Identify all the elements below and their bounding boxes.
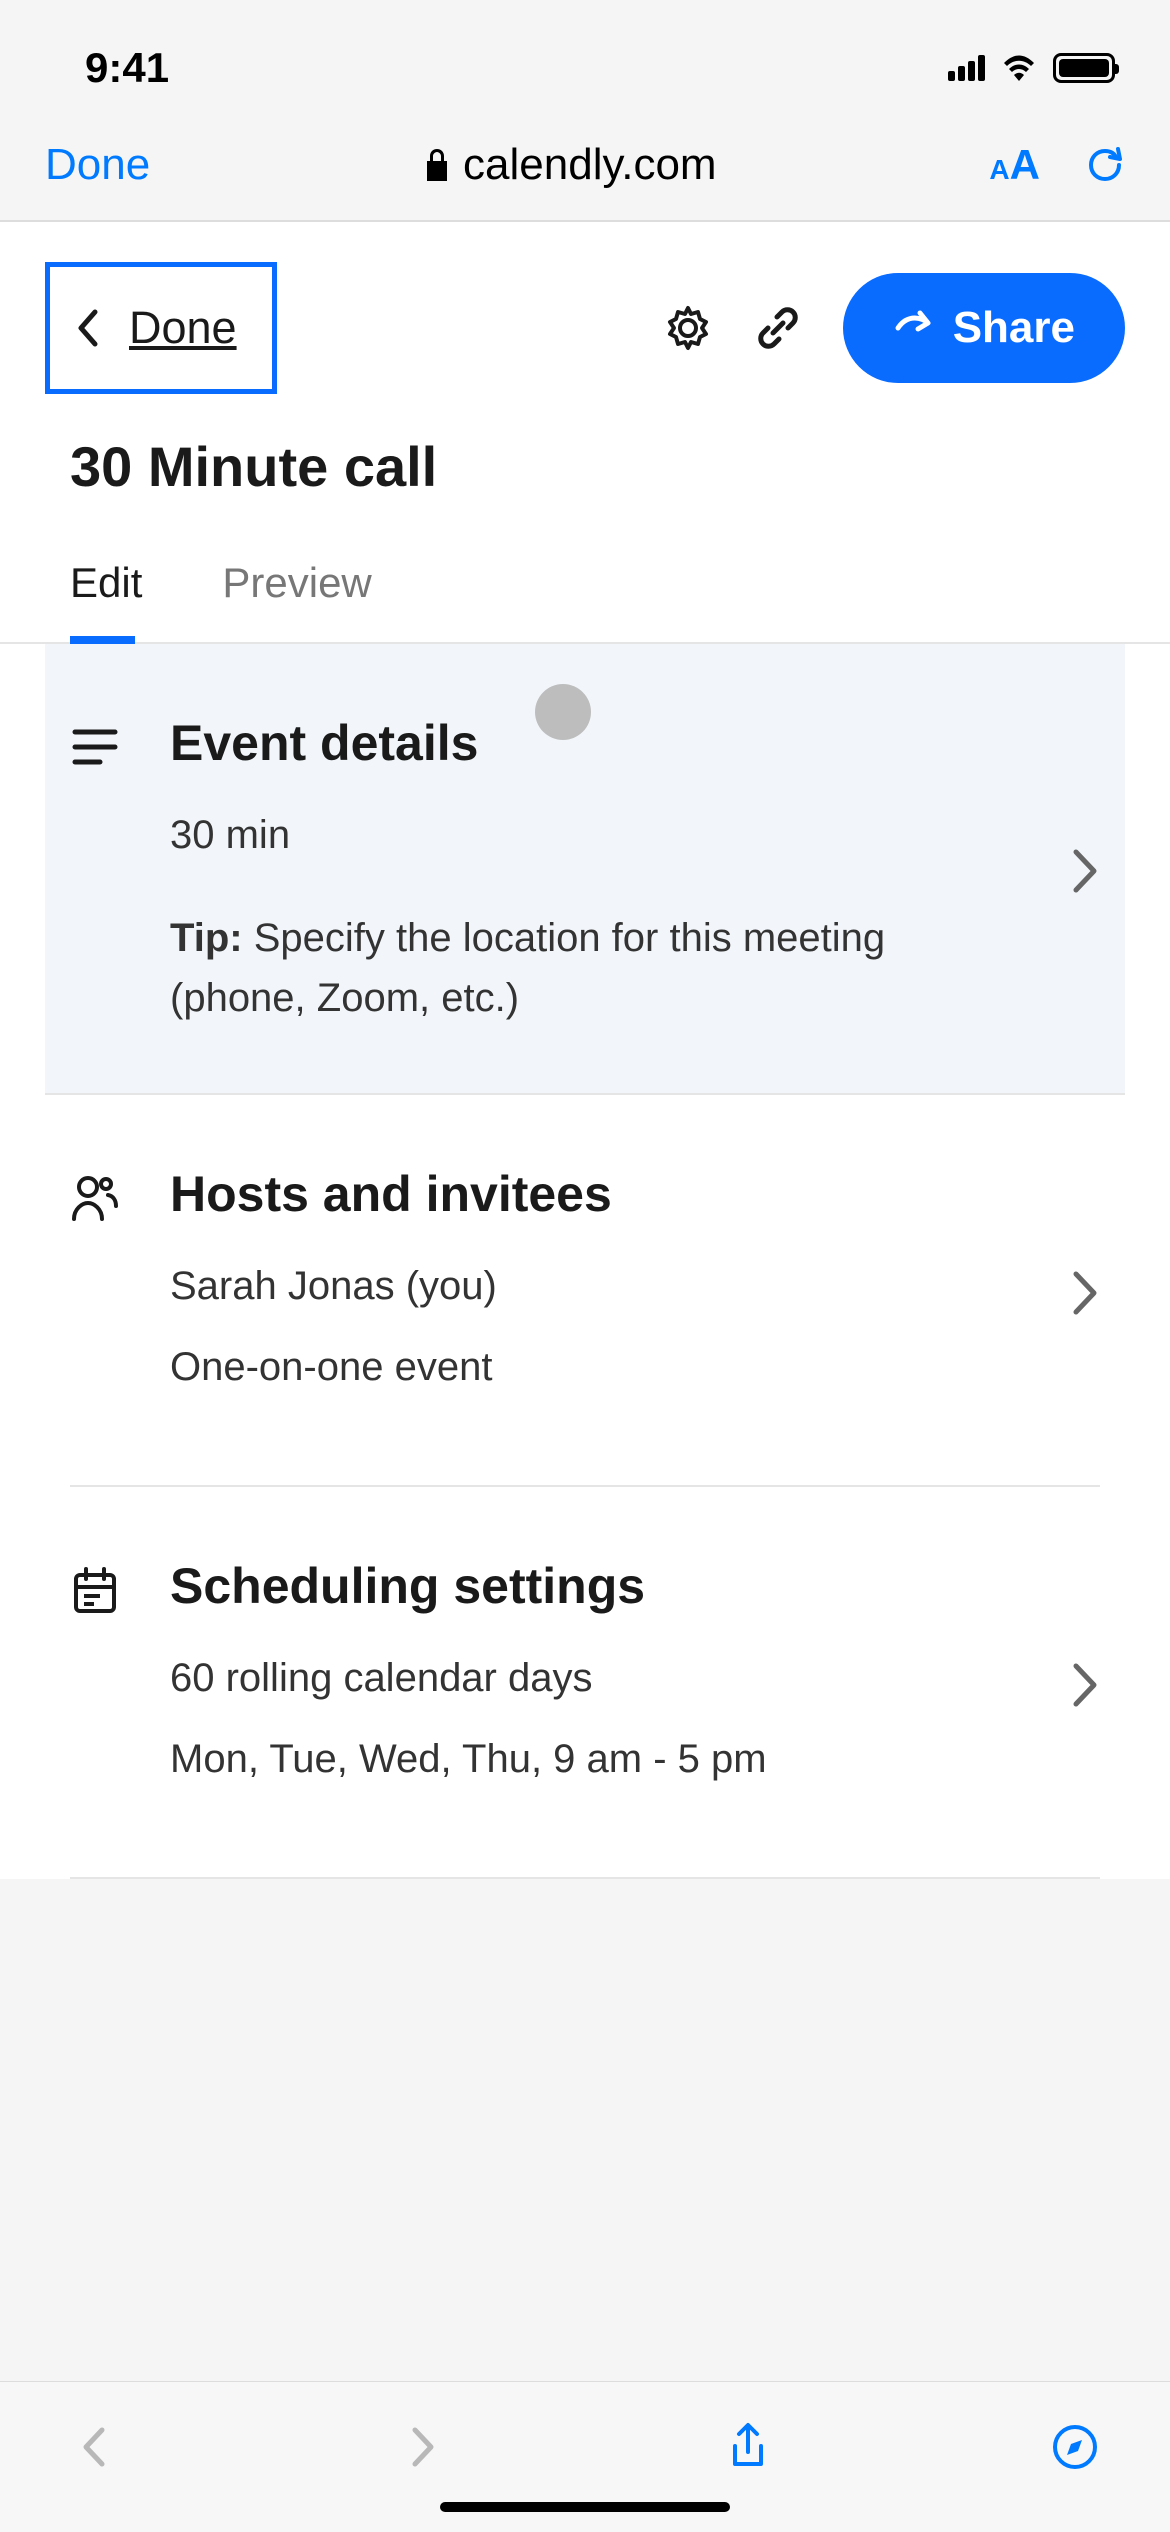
copy-link-button[interactable] (753, 303, 803, 353)
section-body: Scheduling settings 60 rolling calendar … (170, 1557, 1020, 1812)
app-bar-right: Share (663, 273, 1125, 383)
section-scheduling-settings[interactable]: Scheduling settings 60 rolling calendar … (70, 1487, 1100, 1879)
lock-icon (423, 149, 451, 181)
done-label: Done (129, 302, 237, 354)
nav-forward-icon[interactable] (397, 2422, 447, 2472)
section-title: Hosts and invitees (170, 1165, 1020, 1223)
details-icon (70, 722, 120, 772)
app-bar: Done Share (0, 222, 1170, 419)
section-title: Scheduling settings (170, 1557, 1020, 1615)
section-event-details[interactable]: Event details 30 min Tip: Specify the lo… (45, 644, 1125, 1095)
status-time: 9:41 (85, 44, 169, 92)
tip-prefix: Tip: (170, 916, 243, 960)
share-button[interactable]: Share (843, 273, 1125, 383)
section-hosts-invitees[interactable]: Hosts and invitees Sarah Jonas (you) One… (70, 1095, 1100, 1487)
calendar-icon (70, 1565, 120, 1615)
tab-edit[interactable]: Edit (70, 534, 142, 642)
chevron-left-icon (75, 308, 99, 348)
reload-icon[interactable] (1085, 145, 1125, 185)
status-right (948, 53, 1115, 83)
back-done-button[interactable]: Done (45, 262, 277, 394)
status-bar: 9:41 (0, 0, 1170, 120)
share-sheet-icon[interactable] (723, 2422, 773, 2472)
safari-bar: Done calendly.com AA (0, 120, 1170, 220)
chevron-right-icon (1070, 846, 1100, 896)
safari-right-controls: AA (989, 141, 1125, 189)
share-arrow-icon (893, 308, 933, 348)
main-content: Done Share 30 Minute call (0, 220, 1170, 1879)
section-body: Hosts and invitees Sarah Jonas (you) One… (170, 1165, 1020, 1420)
host-name: Sarah Jonas (you) (170, 1258, 1020, 1314)
link-icon (753, 303, 803, 353)
text-size-button[interactable]: AA (989, 141, 1040, 189)
cursor-dot-icon (535, 684, 591, 740)
people-icon (70, 1173, 120, 1223)
gear-icon (663, 303, 713, 353)
availability: Mon, Tue, Wed, Thu, 9 am - 5 pm (170, 1731, 1020, 1787)
safari-url[interactable]: calendly.com (423, 140, 717, 190)
compass-icon[interactable] (1050, 2422, 1100, 2472)
date-range: 60 rolling calendar days (170, 1650, 1020, 1706)
section-title: Event details (170, 714, 1020, 772)
tip-text: Specify the location for this meeting (p… (170, 916, 885, 1020)
cellular-signal-icon (948, 55, 985, 81)
nav-back-icon[interactable] (70, 2422, 120, 2472)
sections-list: Event details 30 min Tip: Specify the lo… (0, 644, 1170, 1879)
wifi-icon (1001, 55, 1037, 81)
event-duration: 30 min (170, 807, 1020, 863)
chevron-right-icon (1070, 1268, 1100, 1318)
home-indicator[interactable] (440, 2502, 730, 2512)
battery-icon (1053, 53, 1115, 83)
url-text: calendly.com (463, 140, 717, 190)
event-type: One-on-one event (170, 1339, 1020, 1395)
chevron-right-icon (1070, 1660, 1100, 1710)
section-body: Event details 30 min Tip: Specify the lo… (170, 714, 1020, 1028)
share-label: Share (953, 303, 1075, 353)
tabs: Edit Preview (0, 534, 1170, 644)
safari-done-button[interactable]: Done (45, 140, 150, 190)
tab-preview[interactable]: Preview (222, 534, 371, 642)
settings-button[interactable] (663, 303, 713, 353)
page-title: 30 Minute call (0, 419, 1170, 534)
event-tip: Tip: Specify the location for this meeti… (170, 908, 1020, 1028)
